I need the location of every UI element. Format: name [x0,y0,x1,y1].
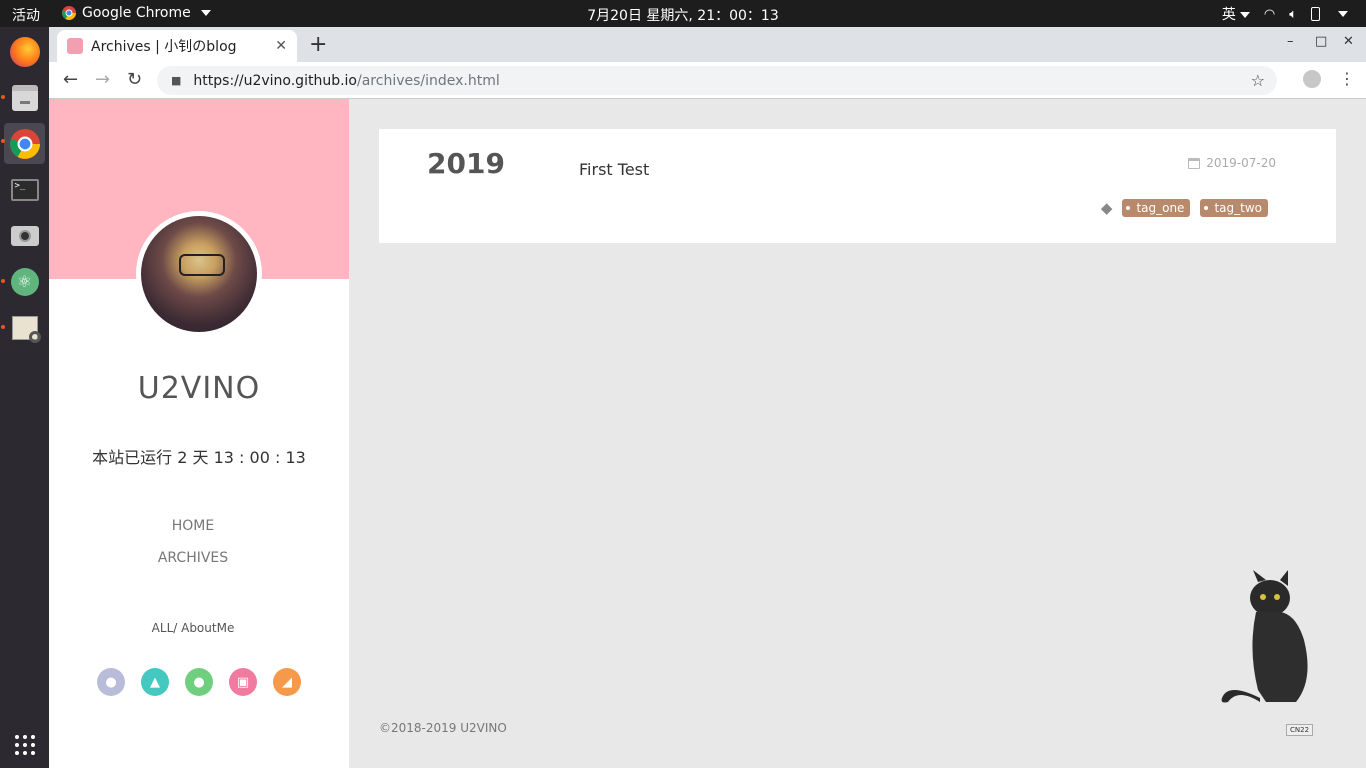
address-bar[interactable]: ■ https://u2vino.github.io/archives/inde… [157,66,1277,95]
archive-card: 2019 First Test 2019-07-20 ◆ tag_one tag… [379,129,1336,243]
firefox-launcher[interactable] [4,31,45,72]
image-viewer-launcher[interactable] [4,307,45,348]
browser-menu-icon[interactable]: ⋮ [1339,69,1355,88]
url-host: https://u2vino.github.io [193,72,357,89]
rss-icon[interactable]: ◢ [273,668,301,696]
cat-mascot-image[interactable] [1218,570,1328,710]
qq-icon[interactable]: ▲ [141,668,169,696]
atom-icon: ⚛ [10,267,39,296]
nav-link-archives[interactable]: ARCHIVES [49,550,337,566]
chrome-launcher[interactable] [4,123,45,164]
system-top-bar: 活动 Google Chrome 7月20日 星期六, 21：00：13 英 ◠… [0,0,1366,27]
tag-icon: ◆ [1100,199,1113,217]
file-cabinet-icon [11,84,38,111]
atom-launcher[interactable]: ⚛ [4,261,45,302]
screenshot-launcher[interactable] [4,215,45,256]
forward-button[interactable]: → [95,69,110,90]
calendar-icon [1188,157,1201,169]
terminal-icon: >_ [10,178,39,201]
close-window-button[interactable]: ✕ [1343,34,1354,49]
tab-strip: Archives | 小钊のblog ✕ + – □ ✕ [49,27,1366,62]
nav-link-home[interactable]: HOME [49,518,337,534]
favicon-icon [67,38,83,54]
clock[interactable]: 7月20日 星期六, 21：00：13 [0,5,1366,25]
chevron-down-icon [1338,11,1348,17]
avatar-image [141,216,257,332]
chrome-icon [9,128,40,159]
wifi-icon: ◠ [1263,6,1276,22]
new-tab-button[interactable]: + [309,32,327,57]
post-date: 2019-07-20 [1188,156,1276,170]
tag-link[interactable]: tag_two [1200,199,1268,217]
close-tab-icon[interactable]: ✕ [275,38,287,54]
system-tray[interactable]: 英 ◠ 🔈︎ [1222,4,1348,24]
running-indicator [1,139,5,143]
post-title-link[interactable]: First Test [579,160,649,179]
blog-sidebar: U2VINO 本站已运行 2 天 13 : 00 : 13 HOME ARCHI… [49,99,349,768]
bookmark-star-icon[interactable]: ☆ [1251,71,1265,90]
camera-icon [10,225,39,246]
running-indicator [1,279,5,283]
post-date-text: 2019-07-20 [1206,156,1276,170]
running-indicator [1,325,5,329]
battery-icon [1311,7,1320,21]
profile-avatar-icon[interactable] [1303,70,1321,88]
minimize-button[interactable]: – [1287,34,1294,49]
maximize-button[interactable]: □ [1315,34,1327,49]
chevron-down-icon [1239,12,1250,18]
browser-tab[interactable]: Archives | 小钊のblog ✕ [57,30,297,62]
site-runtime: 本站已运行 2 天 13 : 00 : 13 [92,448,306,467]
post-tags: ◆ tag_one tag_two [1101,199,1268,217]
dock: >_ ⚛ [0,27,49,768]
firefox-icon [9,36,40,67]
grid-icon [14,734,35,755]
github-icon[interactable]: ● [97,668,125,696]
url-path: /archives/index.html [357,72,500,89]
social-links: ● ▲ ● ▣ ◢ [97,668,301,696]
browser-toolbar: ← → ↻ ■ https://u2vino.github.io/archive… [49,62,1366,99]
image-viewer-icon [11,315,41,343]
bilibili-icon[interactable]: ▣ [229,668,257,696]
tab-title: Archives | 小钊のblog [91,39,237,55]
volume-icon: 🔈︎ [1289,6,1297,22]
avatar[interactable] [136,211,262,337]
show-applications-button[interactable] [4,724,45,765]
tag-link[interactable]: tag_one [1122,199,1191,217]
files-launcher[interactable] [4,77,45,118]
wechat-icon[interactable]: ● [185,668,213,696]
copyright: ©2018-2019 U2VINO [379,721,507,735]
reload-button[interactable]: ↻ [127,69,142,90]
cnzz-badge[interactable]: CN22 [1286,724,1314,736]
back-button[interactable]: ← [63,69,78,90]
terminal-launcher[interactable]: >_ [4,169,45,210]
input-method-indicator[interactable]: 英 [1222,4,1250,24]
category-links[interactable]: ALL/ AboutMe [49,621,337,635]
lock-icon: ■ [171,74,182,87]
archive-year: 2019 [427,147,505,180]
site-name[interactable]: U2VINO [49,371,349,406]
